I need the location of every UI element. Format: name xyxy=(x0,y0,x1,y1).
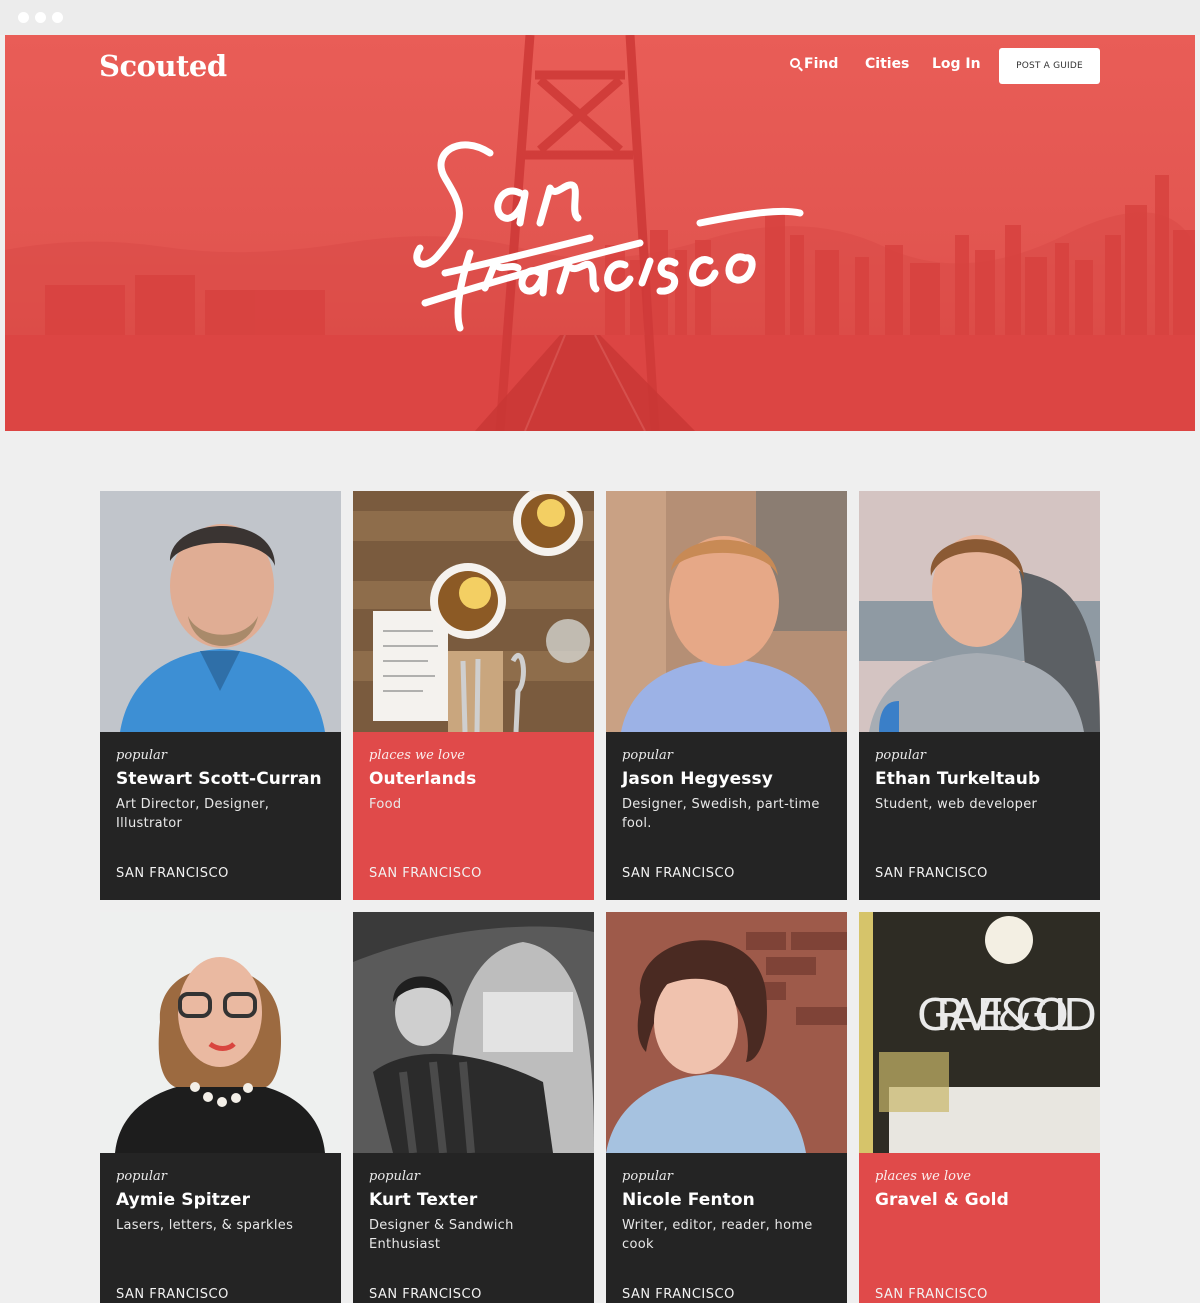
card-name: Nicole Fenton xyxy=(622,1190,755,1210)
card-name: Jason Hegyessy xyxy=(622,769,773,789)
browser-chrome xyxy=(0,0,1200,35)
card-description: Art Director, Designer, Illustrator xyxy=(116,797,270,831)
card-city: SAN FRANCISCO xyxy=(875,866,988,881)
guide-card[interactable]: popular Stewart Scott-Curran Art Directo… xyxy=(100,491,341,900)
guide-card[interactable]: popular Nicole Fenton Writer, editor, re… xyxy=(606,912,847,1303)
gravel-and-gold-storefront-photo: GRAVEL & GOLD xyxy=(859,912,1100,1153)
store-sign-text: GRAVEL & GOLD xyxy=(917,990,1097,1041)
san-francisco-script-title xyxy=(413,141,804,332)
card-description: Lasers, letters, & sparkles xyxy=(116,1218,294,1233)
card-name: Kurt Texter xyxy=(369,1190,478,1210)
card-tag: popular xyxy=(116,748,167,763)
guide-card[interactable]: popular Jason Hegyessy Designer, Swedish… xyxy=(606,491,847,900)
guide-card[interactable]: places we love Outerlands Food SAN FRANC… xyxy=(353,491,594,900)
window-dot-icon xyxy=(35,12,46,23)
tea-table-photo xyxy=(353,491,594,732)
card-tag: popular xyxy=(622,748,673,763)
portrait-photo xyxy=(100,912,341,1153)
card-city: SAN FRANCISCO xyxy=(875,1287,988,1302)
portrait-photo xyxy=(100,491,341,732)
card-city: SAN FRANCISCO xyxy=(116,1287,229,1302)
guide-card[interactable]: GRAVEL & GOLD places we love Gravel & Go… xyxy=(859,912,1100,1303)
nav-find-link[interactable]: Find xyxy=(790,56,838,72)
nav-login-link[interactable]: Log In xyxy=(932,56,981,72)
card-name: Stewart Scott-Curran xyxy=(116,769,322,789)
card-tag: popular xyxy=(369,1169,420,1184)
window-dot-icon xyxy=(52,12,63,23)
card-city: SAN FRANCISCO xyxy=(622,1287,735,1302)
nav-cities-link[interactable]: Cities xyxy=(865,56,909,72)
guide-card[interactable]: popular Aymie Spitzer Lasers, letters, &… xyxy=(100,912,341,1303)
portrait-photo xyxy=(353,912,594,1153)
portrait-photo xyxy=(606,491,847,732)
hero-banner: Scouted Find Cities Log In POST A GUIDE xyxy=(5,35,1195,431)
card-name: Ethan Turkeltaub xyxy=(875,769,1041,789)
card-description: Student, web developer xyxy=(875,797,1038,812)
post-guide-button[interactable]: POST A GUIDE xyxy=(999,48,1100,84)
card-tag: places we love xyxy=(875,1169,971,1184)
card-name: Gravel & Gold xyxy=(875,1190,1009,1210)
browser-window: Scouted Find Cities Log In POST A GUIDE xyxy=(5,35,1195,1303)
guide-card[interactable]: popular Ethan Turkeltaub Student, web de… xyxy=(859,491,1100,900)
card-tag: popular xyxy=(875,748,926,763)
scouted-logo[interactable]: Scouted xyxy=(99,49,227,83)
card-name: Outerlands xyxy=(369,769,477,789)
nav-find-label: Find xyxy=(804,56,839,72)
card-description: Designer & Sandwich Enthusiast xyxy=(369,1218,514,1252)
search-icon xyxy=(790,58,800,68)
card-description: Designer, Swedish, part-time fool. xyxy=(622,797,820,831)
card-city: SAN FRANCISCO xyxy=(622,866,735,881)
card-city: SAN FRANCISCO xyxy=(369,1287,482,1302)
card-description: Food xyxy=(369,797,402,812)
card-tag: places we love xyxy=(369,748,465,763)
card-name: Aymie Spitzer xyxy=(116,1190,251,1210)
portrait-photo xyxy=(859,491,1100,732)
card-description: Writer, editor, reader, home cook xyxy=(622,1218,813,1252)
card-city: SAN FRANCISCO xyxy=(369,866,482,881)
card-tag: popular xyxy=(622,1169,673,1184)
window-dot-icon xyxy=(18,12,29,23)
guide-card[interactable]: popular Kurt Texter Designer & Sandwich … xyxy=(353,912,594,1303)
portrait-photo xyxy=(606,912,847,1153)
card-city: SAN FRANCISCO xyxy=(116,866,229,881)
card-tag: popular xyxy=(116,1169,167,1184)
